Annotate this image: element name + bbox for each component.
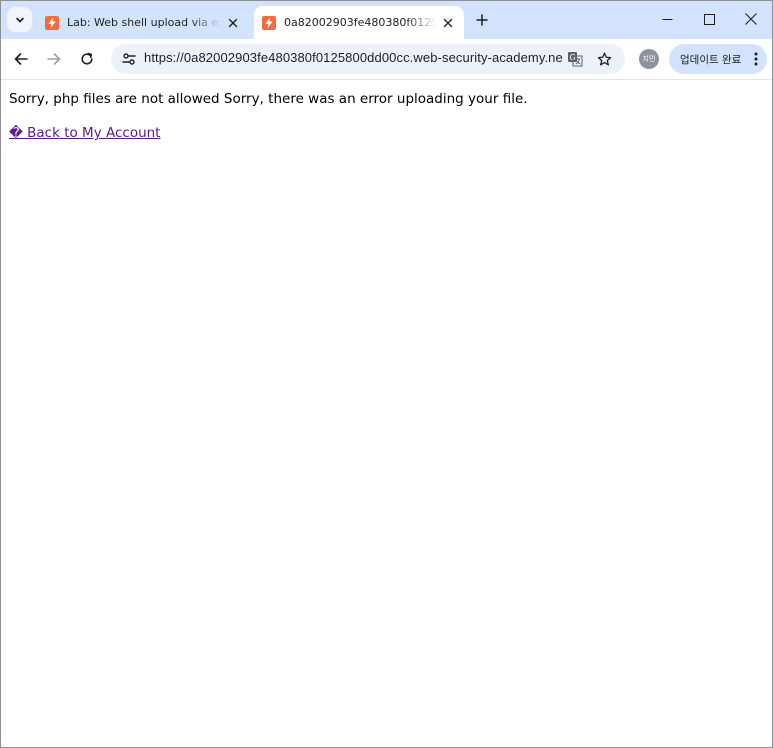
tab-close-button[interactable]	[438, 13, 458, 33]
url-text[interactable]: https://0a82002903fe480380f0125800dd00cc…	[144, 50, 564, 65]
translate-icon: G	[568, 52, 583, 67]
forward-button[interactable]	[41, 46, 67, 72]
tab-search-button[interactable]	[7, 7, 32, 32]
plus-icon	[476, 14, 488, 26]
address-bar[interactable]: https://0a82002903fe480380f0125800dd00cc…	[111, 44, 625, 74]
tab-title: Lab: Web shell upload via extension blac…	[67, 16, 221, 29]
close-icon	[228, 18, 238, 27]
browser-menu-button[interactable]	[753, 51, 759, 67]
update-label: 업데이트 완료	[680, 53, 742, 66]
maximize-icon	[703, 13, 715, 25]
chevron-down-icon	[15, 17, 24, 22]
arrow-right-icon	[47, 53, 61, 65]
reload-icon	[81, 52, 93, 65]
minimize-icon	[662, 18, 672, 20]
close-icon	[745, 13, 757, 25]
minimize-button[interactable]	[646, 1, 688, 37]
new-tab-button[interactable]	[471, 9, 493, 31]
tab-upload-result[interactable]: 0a82002903fe480380f0125800dd00cc.web-sec…	[254, 6, 464, 39]
tune-icon	[122, 53, 136, 65]
back-to-account-link[interactable]: � Back to My Account	[9, 125, 160, 141]
browser-window: Lab: Web shell upload via extension blac…	[0, 0, 773, 748]
reload-button[interactable]	[74, 46, 100, 72]
star-icon	[597, 52, 611, 65]
close-icon	[443, 18, 453, 27]
window-close-button[interactable]	[730, 1, 772, 37]
tab-title: 0a82002903fe480380f0125800dd00cc.web-sec…	[284, 16, 436, 29]
tab-strip: Lab: Web shell upload via extension blac…	[1, 1, 772, 39]
update-complete-button[interactable]: 업데이트 완료	[669, 44, 767, 74]
maximize-button[interactable]	[688, 1, 730, 37]
site-info-button[interactable]	[119, 49, 139, 69]
bookmark-button[interactable]	[594, 49, 614, 69]
arrow-left-icon	[14, 53, 28, 65]
profile-avatar[interactable]: 지민	[639, 49, 659, 69]
page-content: Sorry, php files are not allowed Sorry, …	[1, 81, 772, 747]
more-vert-icon	[754, 52, 758, 66]
translate-button[interactable]: G	[565, 49, 585, 69]
window-controls	[646, 1, 772, 37]
browser-toolbar: https://0a82002903fe480380f0125800dd00cc…	[1, 39, 772, 80]
lightning-bolt-icon	[45, 15, 59, 30]
upload-error-message: Sorry, php files are not allowed Sorry, …	[9, 91, 528, 107]
lightning-bolt-icon	[262, 15, 276, 30]
tab-lab[interactable]: Lab: Web shell upload via extension blac…	[37, 6, 249, 39]
profile-initials: 지민	[642, 55, 656, 63]
back-button[interactable]	[8, 46, 34, 72]
tab-close-button[interactable]	[223, 13, 243, 33]
